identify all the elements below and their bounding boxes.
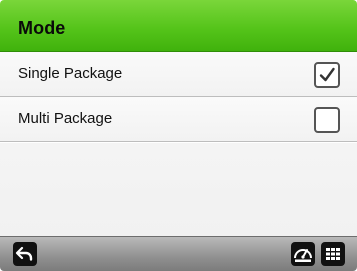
gauge-icon xyxy=(294,249,312,262)
checkmark-icon xyxy=(319,67,335,82)
back-arrow-icon xyxy=(15,246,33,261)
page-title: Mode xyxy=(18,18,66,38)
multi-package-checkbox[interactable] xyxy=(314,107,340,133)
single-package-checkbox[interactable] xyxy=(314,62,340,88)
gauge-button[interactable] xyxy=(291,242,315,266)
keypad-button[interactable] xyxy=(321,242,345,266)
option-label: Single Package xyxy=(18,65,123,82)
option-label: Multi Package xyxy=(18,110,113,127)
header-bar: Mode xyxy=(0,0,357,52)
option-multi-package[interactable]: Multi Package xyxy=(0,97,357,142)
mode-screen: Mode Single Package Multi Package xyxy=(0,0,357,271)
footer-bar xyxy=(0,236,357,271)
options-list: Single Package Multi Package xyxy=(0,52,357,236)
option-single-package[interactable]: Single Package xyxy=(0,52,357,97)
back-button[interactable] xyxy=(13,242,37,266)
keypad-grid-icon xyxy=(326,248,340,260)
